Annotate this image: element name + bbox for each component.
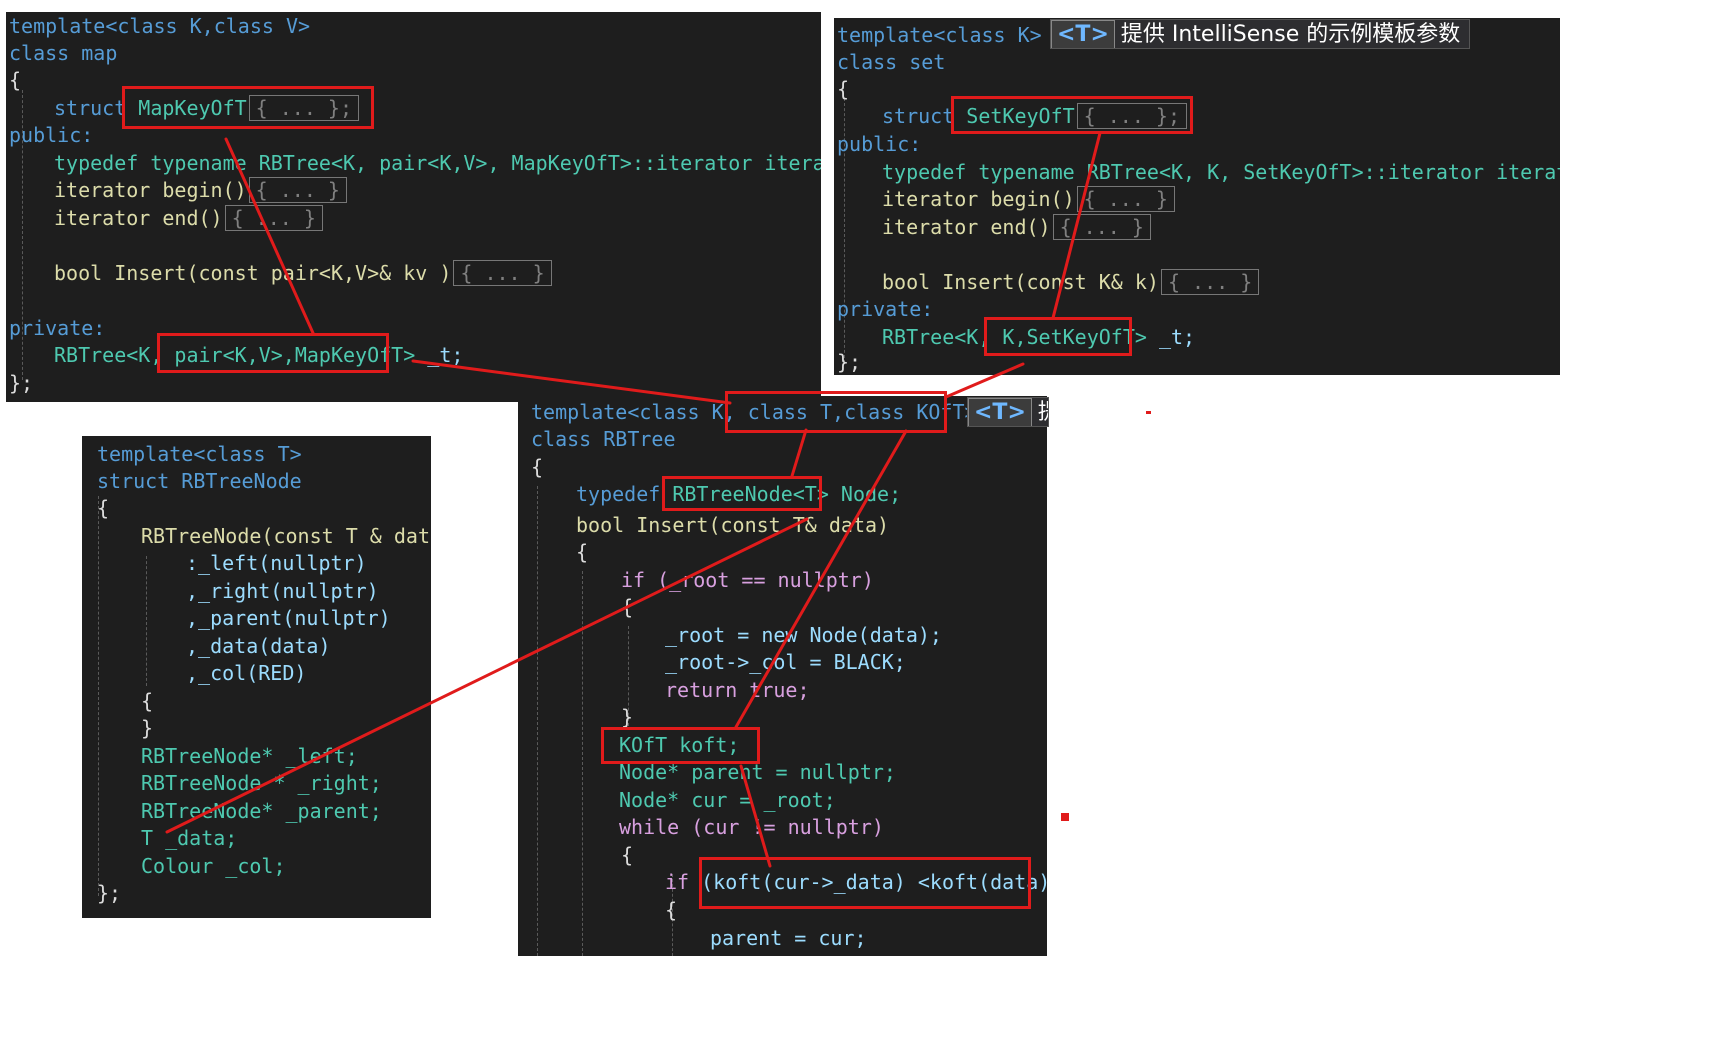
node-line: T _data; (141, 826, 238, 850)
node-line: RBTreeNode* _parent; (141, 799, 382, 823)
set-end-line: iterator end(){ ... } (882, 213, 1151, 241)
tree-cur-line: Node* cur = _root; (619, 788, 836, 812)
highlight-koft-compare (699, 857, 1031, 909)
collapsed-block[interactable]: { ... } (1076, 186, 1175, 212)
set-begin-line: iterator begin(){ ... } (882, 185, 1175, 213)
highlight-set-member-type (984, 317, 1132, 356)
node-line: } (141, 716, 154, 740)
tree-root-col: _root->_col = BLACK; (665, 650, 906, 674)
tree-open-brace-3: { (621, 595, 634, 619)
template-param-icon: <T> (968, 398, 1032, 426)
highlight-setkeyoft (951, 96, 1193, 134)
node-line: { (97, 496, 110, 520)
node-line: }; (97, 881, 122, 905)
indent-guide (582, 571, 583, 956)
node-line: ,_data(data) (186, 634, 331, 658)
node-line: ,_parent(nullptr) (186, 606, 391, 630)
node-line: RBTreeNode(const T & data) (141, 524, 431, 548)
set-close-brace: }; (837, 350, 862, 374)
set-class-line: class set (837, 50, 946, 74)
map-insert-line: bool Insert(const pair<K,V>& kv ){ ... } (54, 259, 552, 287)
indent-guide (98, 496, 99, 896)
tooltip-text: 提供 IntelliSense 的示例模板参数 (1120, 22, 1461, 47)
tree-open-brace-4: { (621, 843, 634, 867)
indent-guide (537, 486, 538, 956)
node-line: { (141, 689, 154, 713)
map-private-label: private: (9, 316, 106, 340)
set-public-label: public: (837, 132, 922, 156)
map-close-brace: }; (9, 371, 34, 395)
set-open-brace: { (837, 77, 850, 101)
highlight-template-params (725, 391, 947, 433)
node-line: RBTreeNode* _left; (141, 744, 358, 768)
node-line: ,_col(RED) (186, 661, 307, 685)
tree-while-line: while (cur != nullptr) (619, 815, 884, 839)
intellisense-template-tooltip-partial[interactable]: <T>提供 (967, 397, 1049, 427)
node-line: RBTreeNode * _right; (141, 771, 382, 795)
map-typedef-line: typedef typename RBTree<K, pair<K,V>, Ma… (54, 151, 821, 175)
map-public-label: public: (9, 123, 94, 147)
map-end-line: iterator end(){ ... } (54, 204, 323, 232)
set-typedef-line: typedef typename RBTree<K, K, SetKeyOfT>… (882, 160, 1560, 184)
set-template-line: template<class K> (837, 23, 1042, 47)
tree-return: return true; (665, 678, 810, 702)
map-open-brace: { (9, 68, 22, 92)
tree-open-brace-2: { (576, 540, 589, 564)
tree-class-line: class RBTree (531, 427, 676, 451)
tree-insert-line: bool Insert(const T& data) (576, 513, 890, 537)
node-line: template<class T> (97, 442, 302, 466)
tooltip-text: 提供 (1038, 400, 1048, 425)
tree-if-root: if (_root == nullptr) (621, 568, 874, 592)
set-insert-line: bool Insert(const K& k){ ... } (882, 268, 1260, 296)
node-line: Colour _col; (141, 854, 286, 878)
intellisense-template-tooltip[interactable]: <T>提供 IntelliSense 的示例模板参数 ▾ ✎ (1050, 19, 1470, 49)
highlight-rbtreenode-t (662, 476, 822, 511)
collapsed-block[interactable]: { ... } (1160, 269, 1260, 295)
rbtreenode-code-panel: template<class T> struct RBTreeNode { RB… (82, 436, 431, 918)
template-param-icon: <T> (1051, 20, 1115, 48)
highlight-map-member-type (157, 333, 389, 373)
red-square-mark (1061, 813, 1069, 821)
indent-guide (146, 556, 147, 686)
set-code-panel: template<class K> class set { struct Set… (834, 18, 1560, 375)
collapsed-block[interactable]: { ... } (1052, 214, 1151, 240)
map-class-line: class map (9, 41, 118, 65)
collapsed-block[interactable]: { ... } (453, 260, 552, 286)
tree-open-brace-5: { (665, 898, 678, 922)
node-line: :_left(nullptr) (186, 551, 367, 575)
set-private-label: private: (837, 297, 934, 321)
collapsed-block[interactable]: { ... } (248, 177, 347, 203)
node-line: struct RBTreeNode (97, 469, 302, 493)
map-code-panel: template<class K,class V> class map { st… (6, 12, 821, 402)
red-dot-mark (1146, 411, 1151, 414)
highlight-koft-decl (601, 727, 760, 764)
node-line: ,_right(nullptr) (186, 579, 379, 603)
map-template-line: template<class K,class V> (9, 14, 311, 38)
map-begin-line: iterator begin(){ ... } (54, 176, 347, 204)
tree-root-new: _root = new Node(data); (665, 623, 942, 647)
collapsed-block[interactable]: { ... } (224, 205, 323, 231)
highlight-mapkeyoft (122, 86, 374, 129)
tree-parent-assign: parent = cur; (710, 926, 867, 950)
tree-open-brace: { (531, 455, 544, 479)
